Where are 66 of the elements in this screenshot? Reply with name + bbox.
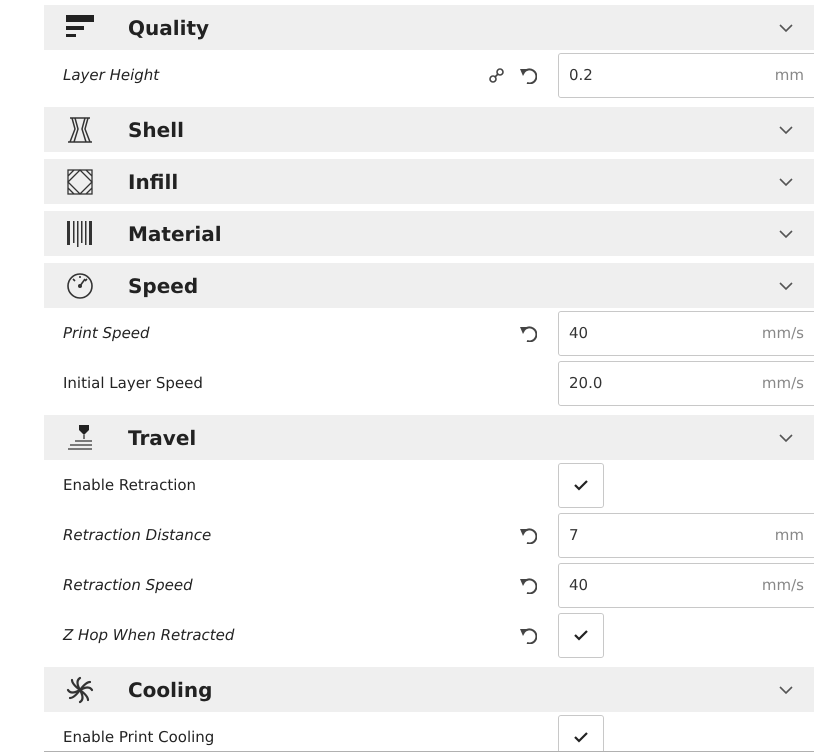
reset-icon — [519, 576, 537, 594]
chevron-down-icon — [778, 280, 794, 290]
category-title: Infill — [128, 168, 178, 196]
category-header[interactable]: Material — [44, 211, 814, 256]
reset-icon — [519, 626, 537, 644]
check-icon — [573, 628, 589, 642]
chevron-down-icon — [778, 228, 794, 238]
category-title: Cooling — [128, 676, 212, 704]
number-field[interactable]: 40 mm/s — [558, 310, 814, 356]
reset-icon — [519, 526, 537, 544]
number-field[interactable]: 0.2 mm — [558, 52, 814, 98]
chevron-down-icon — [778, 684, 794, 694]
material-icon — [65, 218, 95, 248]
setting-label: Retraction Speed — [63, 574, 193, 596]
fan-icon — [65, 674, 95, 704]
setting-label: Layer Height — [63, 64, 160, 86]
reset-button[interactable] — [519, 626, 537, 644]
unit-label: mm — [774, 524, 804, 546]
category-header[interactable]: Travel — [44, 415, 814, 460]
chevron-down-icon — [778, 176, 794, 186]
checkbox[interactable] — [558, 714, 604, 751]
category-header[interactable]: Speed — [44, 263, 814, 308]
unit-label: mm/s — [762, 372, 804, 394]
checkbox[interactable] — [558, 462, 604, 508]
category-header[interactable]: Cooling — [44, 667, 814, 712]
number-field[interactable]: 40 mm/s — [558, 562, 814, 608]
chevron-down-icon — [778, 22, 794, 32]
category-title: Travel — [128, 424, 196, 452]
category-header[interactable]: Infill — [44, 159, 814, 204]
field-value: 0.2 — [569, 64, 593, 86]
reset-button[interactable] — [519, 526, 537, 544]
number-field[interactable]: 7 mm — [558, 512, 814, 558]
field-value: 40 — [569, 322, 588, 344]
unit-label: mm/s — [762, 574, 804, 596]
field-value: 7 — [569, 524, 579, 546]
unit-label: mm/s — [762, 322, 804, 344]
checkbox[interactable] — [558, 612, 604, 658]
category-header[interactable]: Shell — [44, 107, 814, 152]
reset-button[interactable] — [519, 576, 537, 594]
setting-label: Retraction Distance — [63, 524, 212, 546]
category-title: Speed — [128, 272, 198, 300]
chevron-down-icon — [778, 124, 794, 134]
reset-button[interactable] — [519, 324, 537, 342]
check-icon — [573, 478, 589, 492]
setting-label: Initial Layer Speed — [63, 372, 203, 394]
field-value: 20.0 — [569, 372, 602, 394]
gauge-icon — [65, 270, 95, 300]
category-header[interactable]: Quality — [44, 5, 814, 50]
field-value: 40 — [569, 574, 588, 596]
reset-button[interactable] — [519, 66, 537, 84]
category-title: Shell — [128, 116, 184, 144]
unit-label: mm — [774, 64, 804, 86]
setting-label: Z Hop When Retracted — [63, 624, 234, 646]
reset-icon — [519, 66, 537, 84]
infill-icon — [65, 166, 95, 196]
nozzle-icon — [65, 422, 95, 452]
check-icon — [573, 730, 589, 744]
category-title: Material — [128, 220, 222, 248]
setting-label: Enable Print Cooling — [63, 726, 214, 748]
reset-icon — [519, 324, 537, 342]
category-title: Quality — [128, 14, 210, 42]
number-field[interactable]: 20.0 mm/s — [558, 360, 814, 406]
setting-label: Print Speed — [63, 322, 150, 344]
shell-icon — [65, 114, 95, 144]
chevron-down-icon — [778, 432, 794, 442]
setting-label: Enable Retraction — [63, 474, 196, 496]
